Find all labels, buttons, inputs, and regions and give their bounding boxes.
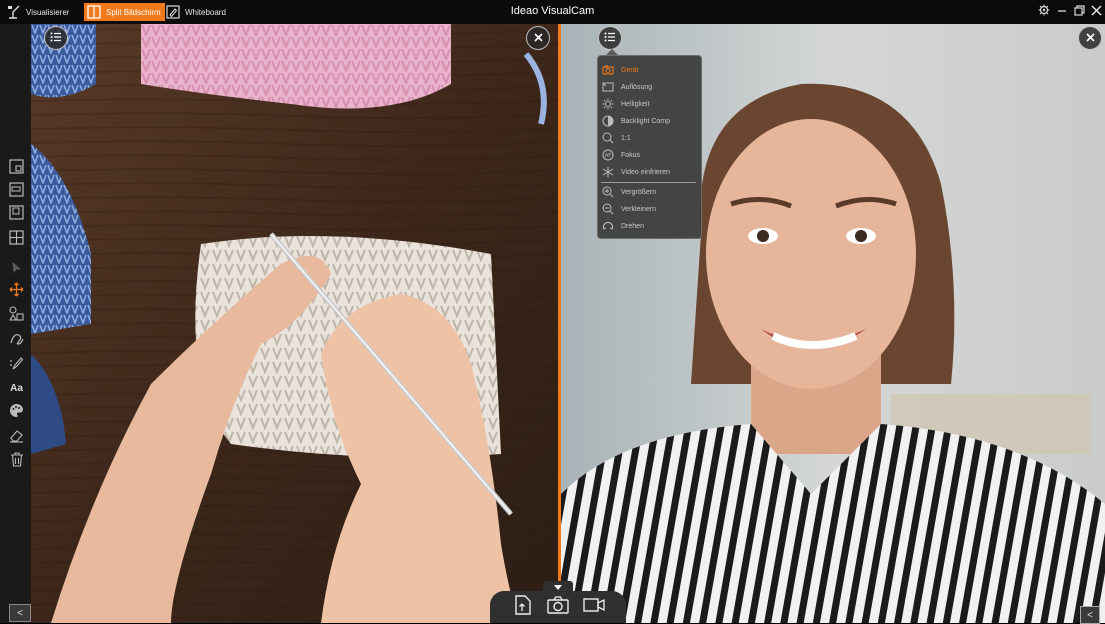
close-icon [1085, 29, 1095, 47]
camera-settings-menu: Gerät Auflösung Helligkeit Backlight Com… [597, 55, 702, 239]
palette-button[interactable] [8, 403, 25, 423]
import-file-icon [514, 594, 532, 620]
close-button[interactable] [1088, 3, 1104, 21]
layout-quad-button[interactable] [8, 229, 25, 250]
palette-icon [9, 403, 24, 423]
left-toolbar: Aa < [0, 24, 31, 623]
right-pane-menu-button[interactable] [598, 26, 622, 50]
menu-item-freeze-label: Video einfrieren [621, 168, 670, 176]
layout-split-horizontal-icon [9, 204, 24, 225]
settings-icon [1038, 3, 1050, 21]
cursor-button[interactable] [8, 261, 25, 278]
layout-split-horizontal-button[interactable] [8, 204, 25, 225]
layout-quad-icon [9, 229, 24, 250]
layout-split-vertical-icon [9, 181, 24, 202]
import-file-button[interactable] [512, 594, 534, 620]
menu-item-freeze[interactable]: Video einfrieren [601, 164, 698, 180]
bottom-bar-toggle[interactable] [543, 581, 573, 591]
freehand-button[interactable] [8, 332, 25, 349]
layout-single-icon [9, 158, 24, 179]
mode-visualisierer-button[interactable]: Visualisierer [6, 3, 69, 21]
trash-button[interactable] [8, 451, 25, 472]
layout-split-vertical-button[interactable] [8, 181, 25, 202]
menu-item-backlight[interactable]: Backlight Comp [601, 113, 698, 129]
backlight-icon [601, 114, 615, 128]
trash-icon [10, 451, 24, 472]
snapshot-button[interactable] [547, 595, 569, 619]
record-video-button[interactable] [583, 596, 605, 618]
list-icon [50, 29, 62, 47]
freeze-icon [601, 165, 615, 179]
focus-icon: AF [601, 148, 615, 162]
collapse-right-button[interactable]: < [1080, 606, 1100, 624]
eraser-icon [9, 428, 24, 448]
menu-item-device-label: Gerät [621, 66, 639, 74]
freehand-icon [9, 331, 24, 351]
rotate-icon [601, 219, 615, 233]
menu-item-rotate-label: Drehen [621, 222, 644, 230]
close-icon [533, 29, 543, 47]
left-pane-close-button[interactable] [526, 26, 550, 50]
menu-item-one-to-one-label: 1:1 [621, 134, 631, 142]
menu-item-zoom-in-label: Vergrößern [621, 188, 657, 196]
pen-button[interactable] [8, 356, 25, 376]
mode-split-screen-label: Split Bildschirm [106, 7, 161, 17]
svg-text:AF: AF [605, 153, 611, 159]
menu-item-resolution-label: Auflösung [621, 83, 653, 91]
menu-item-zoom-out-label: Verkleinern [621, 205, 657, 213]
title-bar: Visualisierer Split Bildschirm Whiteboar… [0, 0, 1105, 24]
minimize-icon [1057, 3, 1067, 21]
menu-item-zoom-in[interactable]: Vergrößern [601, 184, 698, 200]
snapshot-icon [547, 595, 569, 619]
minimize-button[interactable] [1054, 3, 1070, 21]
zoom-out-icon [601, 202, 615, 216]
right-pane-close-button[interactable] [1078, 26, 1102, 50]
resolution-icon [601, 80, 615, 94]
menu-item-resolution[interactable]: Auflösung [601, 79, 698, 95]
whiteboard-icon [165, 4, 181, 20]
restore-button[interactable] [1071, 3, 1087, 21]
menu-item-device[interactable]: Gerät [601, 62, 698, 78]
mode-split-screen-button[interactable]: Split Bildschirm [84, 3, 165, 21]
cursor-icon [10, 261, 23, 279]
menu-item-brightness[interactable]: Helligkeit [601, 96, 698, 112]
left-camera-pane[interactable] [31, 24, 558, 623]
move-icon [9, 282, 24, 302]
document-camera-icon [6, 4, 22, 20]
split-screen-icon [86, 4, 102, 20]
list-icon [604, 29, 616, 47]
settings-button[interactable] [1036, 3, 1052, 21]
mode-whiteboard-label: Whiteboard [185, 7, 226, 17]
shapes-button[interactable] [8, 305, 25, 326]
menu-item-focus-label: Fokus [621, 151, 641, 159]
mode-visualisierer-label: Visualisierer [26, 7, 70, 17]
zoom-reset-icon [601, 131, 615, 145]
menu-item-rotate[interactable]: Drehen [601, 218, 698, 234]
menu-item-backlight-label: Backlight Comp [621, 117, 671, 125]
camera-icon [601, 63, 615, 77]
record-video-icon [583, 597, 605, 618]
shapes-icon [9, 305, 24, 326]
text-tool-button[interactable]: Aa [8, 380, 25, 397]
mode-whiteboard-button[interactable]: Whiteboard [165, 3, 226, 21]
restore-icon [1073, 3, 1085, 21]
menu-item-one-to-one[interactable]: 1:1 [601, 130, 698, 146]
menu-separator [601, 182, 696, 183]
layout-single-button[interactable] [8, 158, 25, 179]
collapse-toolbar-button[interactable]: < [9, 604, 31, 622]
eraser-button[interactable] [8, 429, 25, 446]
text-icon: Aa [10, 383, 23, 394]
menu-item-zoom-out[interactable]: Verkleinern [601, 201, 698, 217]
move-button[interactable] [8, 282, 25, 302]
pen-icon [9, 356, 24, 376]
crochet-photo [31, 24, 558, 623]
zoom-in-icon [601, 185, 615, 199]
brightness-icon [601, 97, 615, 111]
menu-item-focus[interactable]: AF Fokus [601, 147, 698, 163]
left-pane-menu-button[interactable] [44, 26, 68, 50]
menu-item-brightness-label: Helligkeit [621, 100, 650, 108]
close-icon [1091, 3, 1102, 21]
